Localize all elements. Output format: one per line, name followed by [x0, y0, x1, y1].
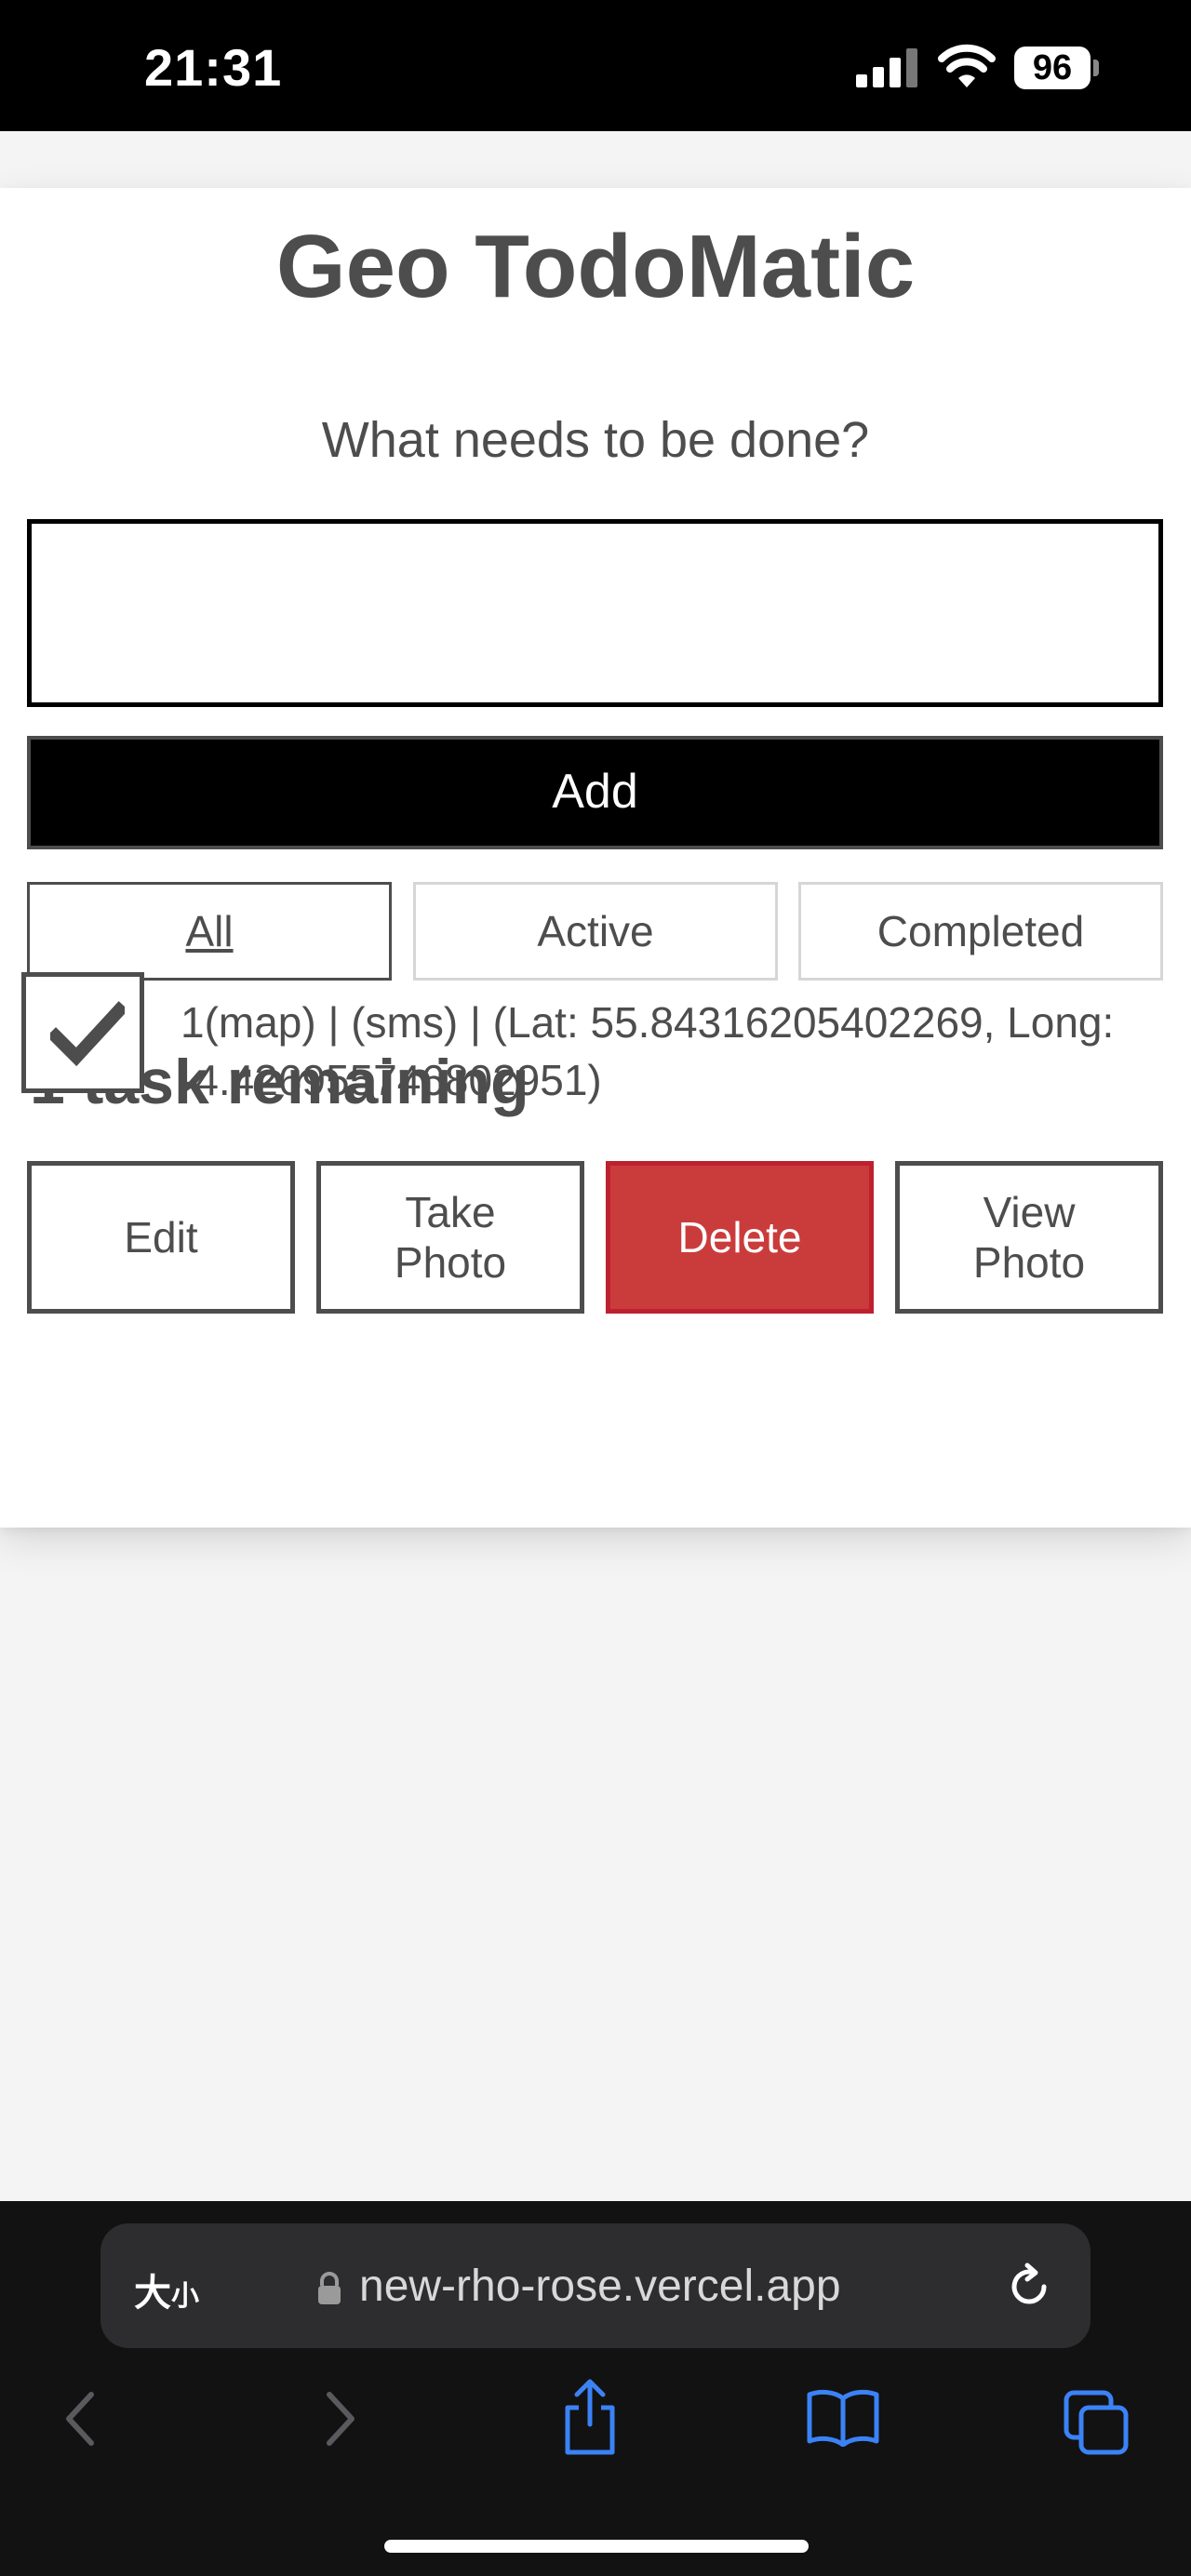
cellular-signal-icon — [856, 47, 921, 92]
delete-button[interactable]: Delete — [606, 1161, 874, 1314]
reload-icon[interactable] — [1005, 2262, 1053, 2316]
share-icon[interactable] — [558, 2378, 622, 2461]
status-bar: 21:31 96 — [0, 0, 1191, 131]
edit-button-label: Edit — [124, 1213, 198, 1261]
take-photo-button-label: Take Photo — [394, 1188, 507, 1287]
url-text[interactable]: new-rho-rose.vercel.app — [359, 2261, 841, 2312]
battery-icon: 96 — [1014, 47, 1091, 89]
view-photo-button-label: View Photo — [972, 1188, 1086, 1287]
battery-tip — [1093, 60, 1099, 76]
filter-completed-label: Completed — [877, 907, 1085, 955]
new-todo-input[interactable] — [27, 519, 1163, 707]
todo-checkbox[interactable] — [21, 972, 144, 1093]
filter-all-label: All — [185, 907, 234, 955]
delete-button-label: Delete — [677, 1213, 802, 1261]
view-photo-button[interactable]: View Photo — [895, 1161, 1163, 1314]
text-size-label: 大 — [134, 2273, 171, 2314]
todo-app-card: Geo TodoMatic What needs to be done? Add… — [0, 188, 1191, 1528]
home-indicator — [384, 2540, 809, 2553]
new-todo-label: What needs to be done? — [321, 412, 870, 468]
text-size-small-label: 小 — [171, 2281, 199, 2312]
todo-label: 1(map) | (sms) | (Lat: 55.84316205402269… — [181, 998, 1115, 1104]
filter-active-label: Active — [537, 907, 654, 955]
filter-all-button[interactable]: All — [27, 882, 392, 981]
edit-button[interactable]: Edit — [27, 1161, 295, 1314]
lock-icon — [316, 2272, 342, 2310]
filter-active-button[interactable]: Active — [413, 882, 778, 981]
text-size-button[interactable]: 大小 — [134, 2262, 199, 2316]
take-photo-button[interactable]: Take Photo — [316, 1161, 584, 1314]
forward-icon[interactable] — [320, 2389, 361, 2453]
bookmarks-icon[interactable] — [806, 2387, 880, 2451]
app-title: Geo TodoMatic — [275, 217, 916, 316]
status-time: 21:31 — [144, 38, 283, 97]
wifi-icon — [938, 43, 996, 94]
tabs-icon[interactable] — [1063, 2389, 1130, 2461]
back-icon[interactable] — [60, 2389, 100, 2453]
filter-completed-button[interactable]: Completed — [798, 882, 1163, 981]
add-button[interactable]: Add — [27, 736, 1163, 849]
checkmark-icon — [50, 1001, 125, 1066]
